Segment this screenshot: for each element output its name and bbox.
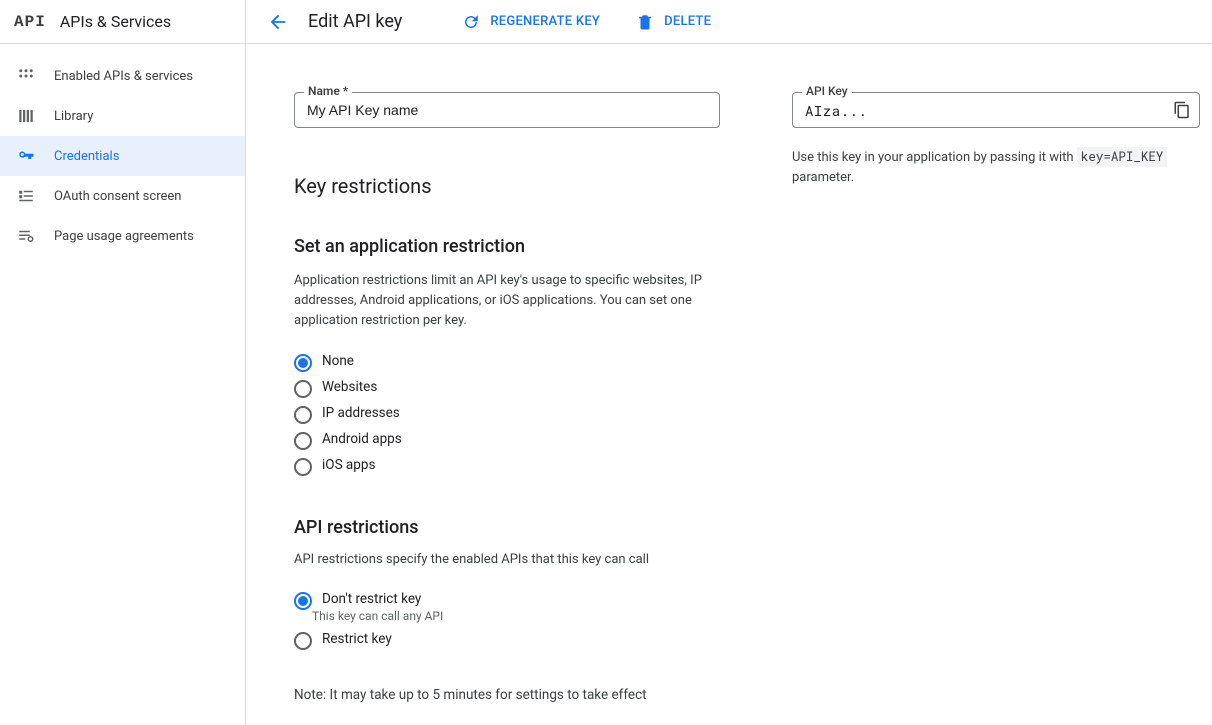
sidebar-item-oauth-consent[interactable]: OAuth consent screen [0,176,245,216]
consent-icon [14,187,38,205]
left-column: Name * Key restrictions Set an applicati… [294,92,792,701]
agreement-icon [14,227,38,245]
topbar: Edit API key REGENERATE KEY DELETE [246,0,1212,44]
delete-button[interactable]: DELETE [636,13,711,31]
radio-sublabel: This key can call any API [312,609,443,623]
radio-label: None [322,353,354,369]
copy-icon [1173,101,1191,119]
radio-label: IP addresses [322,405,400,421]
api-key-display: AIza... [792,92,1200,128]
radio-icon [294,380,312,398]
radio-label: Don't restrict key [322,591,443,607]
name-field: Name * [294,92,792,128]
app-restriction-description: Application restrictions limit an API ke… [294,271,714,331]
radio-label: Restrict key [322,631,392,647]
api-key-field: API Key AIza... [792,92,1200,128]
api-key-value: AIza... [805,101,867,120]
copy-api-key-button[interactable] [1173,101,1191,119]
api-key-hint-suffix: parameter. [792,170,854,185]
app-restriction-heading: Set an application restriction [294,236,792,257]
name-input[interactable] [294,92,720,128]
back-button[interactable] [266,10,290,34]
key-icon [14,147,38,165]
sidebar-header: API APIs & Services [0,0,245,44]
radio-label: iOS apps [322,457,375,473]
refresh-icon [462,13,480,31]
sidebar-item-label: OAuth consent screen [54,189,181,204]
radio-ip-addresses[interactable]: IP addresses [294,405,792,431]
right-column: API Key AIza... Use this key in your app… [792,92,1200,701]
radio-none[interactable]: None [294,353,792,379]
sidebar-nav: Enabled APIs & services Library Credenti… [0,44,245,256]
grid-icon [14,67,38,85]
radio-label: Android apps [322,431,402,447]
radio-dont-restrict[interactable]: Don't restrict key This key can call any… [294,591,792,631]
api-key-hint-prefix: Use this key in your application by pass… [792,150,1077,165]
sidebar-title: APIs & Services [60,12,171,31]
sidebar-item-page-usage[interactable]: Page usage agreements [0,216,245,256]
api-logo: API [14,13,46,31]
radio-icon [294,632,312,650]
radio-websites[interactable]: Websites [294,379,792,405]
api-key-hint-code: key=API_KEY [1077,147,1168,167]
app-restriction-radio-group: None Websites IP addresses Android apps [294,353,792,483]
radio-icon [294,354,312,372]
name-field-label: Name * [304,84,352,98]
key-restrictions-heading: Key restrictions [294,174,792,198]
sidebar-item-label: Credentials [54,149,119,164]
sidebar-item-library[interactable]: Library [0,96,245,136]
settings-note: Note: It may take up to 5 minutes for se… [294,687,792,703]
regenerate-key-label: REGENERATE KEY [490,14,600,29]
api-restriction-radio-group: Don't restrict key This key can call any… [294,591,792,657]
regenerate-key-button[interactable]: REGENERATE KEY [462,13,600,31]
radio-restrict-key[interactable]: Restrict key [294,631,792,657]
delete-label: DELETE [664,14,711,29]
api-key-field-label: API Key [802,84,852,98]
sidebar: API APIs & Services Enabled APIs & servi… [0,0,246,725]
sidebar-item-label: Library [54,109,93,124]
trash-icon [636,13,654,31]
sidebar-item-label: Enabled APIs & services [54,69,193,84]
api-restriction-heading: API restrictions [294,517,792,538]
radio-icon [294,592,312,610]
radio-icon [294,458,312,476]
radio-icon [294,406,312,424]
main: Edit API key REGENERATE KEY DELETE Name … [246,0,1212,725]
radio-android-apps[interactable]: Android apps [294,431,792,457]
api-restriction-description: API restrictions specify the enabled API… [294,550,714,570]
sidebar-item-label: Page usage agreements [54,229,194,244]
page-title: Edit API key [308,11,402,32]
api-key-hint: Use this key in your application by pass… [792,148,1187,188]
sidebar-item-credentials[interactable]: Credentials [0,136,245,176]
radio-icon [294,432,312,450]
arrow-left-icon [267,11,289,33]
content: Name * Key restrictions Set an applicati… [246,44,1212,725]
sidebar-item-enabled-apis[interactable]: Enabled APIs & services [0,56,245,96]
radio-label: Websites [322,379,377,395]
radio-ios-apps[interactable]: iOS apps [294,457,792,483]
library-icon [14,107,38,125]
